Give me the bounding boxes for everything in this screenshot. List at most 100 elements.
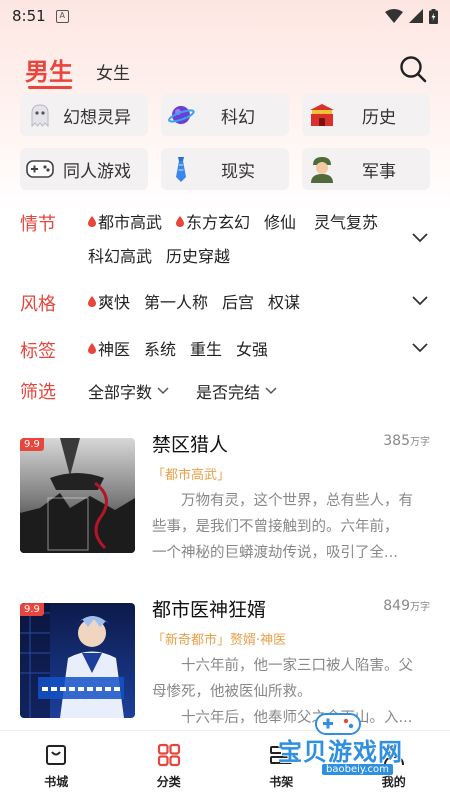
filter-option[interactable]: 后宫 (222, 290, 254, 312)
category-grid: 幻想灵异 科幻 历史 同人游戏 现实 军事 (20, 94, 430, 190)
filter-option-label: 东方玄幻 (186, 213, 251, 232)
gender-tab-bar: 男生 女生 (0, 48, 450, 92)
book-cover[interactable]: 9.9 (20, 438, 135, 553)
completion-dropdown[interactable]: 是否完结 (196, 379, 277, 403)
filter-row-plot: 情节 都市高武 东方玄幻 修仙 灵气复苏 科幻高武 历史穿越 (20, 210, 430, 270)
watermark: 宝贝游戏网 baobeiy.com (262, 708, 422, 782)
book-cover[interactable]: 9.9 (20, 603, 135, 718)
filter-option[interactable]: 爽快 (88, 290, 130, 312)
book-tags: 「新奇都市」赘婿·神医 (152, 629, 286, 648)
chevron-down-icon[interactable] (412, 343, 428, 353)
filter-option-label: 重生 (190, 340, 223, 359)
nav-category[interactable]: 分类 (113, 731, 226, 800)
nav-label: 书城 (44, 775, 69, 789)
book-word-count: 385万字 (383, 433, 430, 449)
filter-option-label: 女强 (236, 340, 269, 359)
category-reality[interactable]: 现实 (161, 148, 289, 190)
status-time: 8:51 (12, 7, 46, 25)
wifi-icon (385, 9, 403, 23)
filter-option[interactable]: 女强 (236, 337, 268, 359)
tie-icon (167, 155, 195, 183)
hot-icon (176, 215, 185, 227)
tab-male[interactable]: 男生 (25, 52, 73, 87)
category-label: 历史 (362, 107, 396, 128)
word-count-label: 全部字数 (88, 383, 153, 402)
book-cover-art (20, 438, 135, 553)
filter-option[interactable]: 神医 (88, 337, 130, 359)
filter-options: 神医 系统 重生 女强 (88, 337, 388, 359)
book-title[interactable]: 禁区猎人 (152, 430, 228, 457)
filter-option-label: 神医 (98, 340, 131, 359)
filter-option[interactable]: 历史穿越 (166, 244, 230, 266)
category-scifi[interactable]: 科幻 (161, 94, 289, 136)
chevron-down-icon (265, 387, 277, 395)
filter-option-label: 第一人称 (144, 293, 209, 312)
book-genre-tag: 「都市高武」 (152, 468, 231, 483)
chevron-down-icon (157, 387, 169, 395)
filter-option[interactable]: 权谋 (268, 290, 300, 312)
category-label: 幻想灵异 (63, 107, 131, 128)
chevron-down-icon[interactable] (412, 296, 428, 306)
book-word-count: 849万字 (383, 598, 430, 614)
filter-option-label: 都市高武 (98, 213, 163, 232)
category-military[interactable]: 军事 (302, 148, 430, 190)
filter-option-label: 灵气复苏 (314, 213, 379, 232)
filter-row-tags: 标签 神医 系统 重生 女强 (20, 337, 430, 363)
hot-icon (88, 215, 96, 227)
category-history[interactable]: 历史 (302, 94, 430, 136)
word-count-value: 385 (383, 433, 410, 449)
filter-options: 爽快 第一人称 后宫 权谋 (88, 290, 388, 312)
notification-a-icon: A (55, 9, 69, 23)
filter-options: 都市高武 东方玄幻 修仙 灵气复苏 科幻高武 历史穿越 (88, 210, 388, 266)
word-count-dropdown[interactable]: 全部字数 (88, 379, 169, 403)
gamepad-icon (26, 155, 54, 183)
filter-option[interactable]: 东方玄幻 (176, 210, 250, 232)
book-tags: 「都市高武」 (152, 464, 230, 483)
tab-female[interactable]: 女生 (96, 59, 130, 84)
filter-option-label: 修仙 (264, 213, 297, 232)
filter-option[interactable]: 科幻高武 (88, 244, 152, 266)
filter-option-label: 系统 (144, 340, 177, 359)
filter-row-style: 风格 爽快 第一人称 后宫 权谋 (20, 290, 430, 316)
nav-bookstore[interactable]: 书城 (0, 731, 113, 800)
filter-option-label: 爽快 (98, 293, 131, 312)
description-line: 一个神秘的巨蟒渡劫传说，吸引了全... (152, 545, 398, 561)
filter-option[interactable]: 重生 (190, 337, 222, 359)
book-score-badge: 9.9 (20, 438, 44, 451)
hot-icon (88, 295, 96, 307)
category-label: 同人游戏 (63, 161, 131, 182)
filter-option-label: 权谋 (268, 293, 301, 312)
active-tab-indicator (28, 86, 72, 89)
watermark-text: 宝贝游戏网 (278, 738, 403, 766)
word-count-unit: 万字 (410, 602, 430, 613)
bookstore-icon (46, 745, 67, 765)
word-count-unit: 万字 (410, 437, 430, 448)
category-label: 科幻 (221, 107, 255, 128)
book-genre-tag: 「新奇都市」 (152, 633, 231, 648)
category-fan-games[interactable]: 同人游戏 (20, 148, 148, 190)
book-title[interactable]: 都市医神狂婿 (152, 595, 266, 622)
hot-icon (88, 342, 96, 354)
palace-icon (308, 101, 336, 129)
ghost-icon (26, 101, 54, 129)
category-fantasy[interactable]: 幻想灵异 (20, 94, 148, 136)
book-extra-tags: 赘婿·神医 (230, 633, 287, 648)
watermark-url: baobeiy.com (322, 764, 393, 775)
category-icon (157, 743, 180, 767)
filter-option[interactable]: 都市高武 (88, 210, 162, 232)
filter-title: 情节 (20, 214, 56, 235)
signal-icon (409, 9, 423, 23)
completion-label: 是否完结 (196, 383, 261, 402)
nav-label: 分类 (156, 775, 181, 789)
filter-option[interactable]: 系统 (144, 337, 176, 359)
filter-option-label: 后宫 (222, 293, 255, 312)
chevron-down-icon[interactable] (412, 233, 428, 243)
description-line: 些事，是我们不曾接触到的。六年前， (152, 519, 399, 535)
filter-option[interactable]: 第一人称 (144, 290, 208, 312)
filter-option[interactable]: 修仙 (264, 210, 296, 232)
description-line: 母惨死，他被医仙所救。 (152, 684, 312, 700)
description-line: 十六年前，他一家三口被人陷害。父 (181, 658, 413, 674)
search-icon[interactable] (398, 54, 428, 84)
filter-option[interactable]: 灵气复苏 (314, 210, 378, 232)
book-list-item[interactable]: 9.9 禁区猎人 385万字 「都市高武」 万物有灵，这个世界，总有些人，有 些… (20, 430, 432, 580)
